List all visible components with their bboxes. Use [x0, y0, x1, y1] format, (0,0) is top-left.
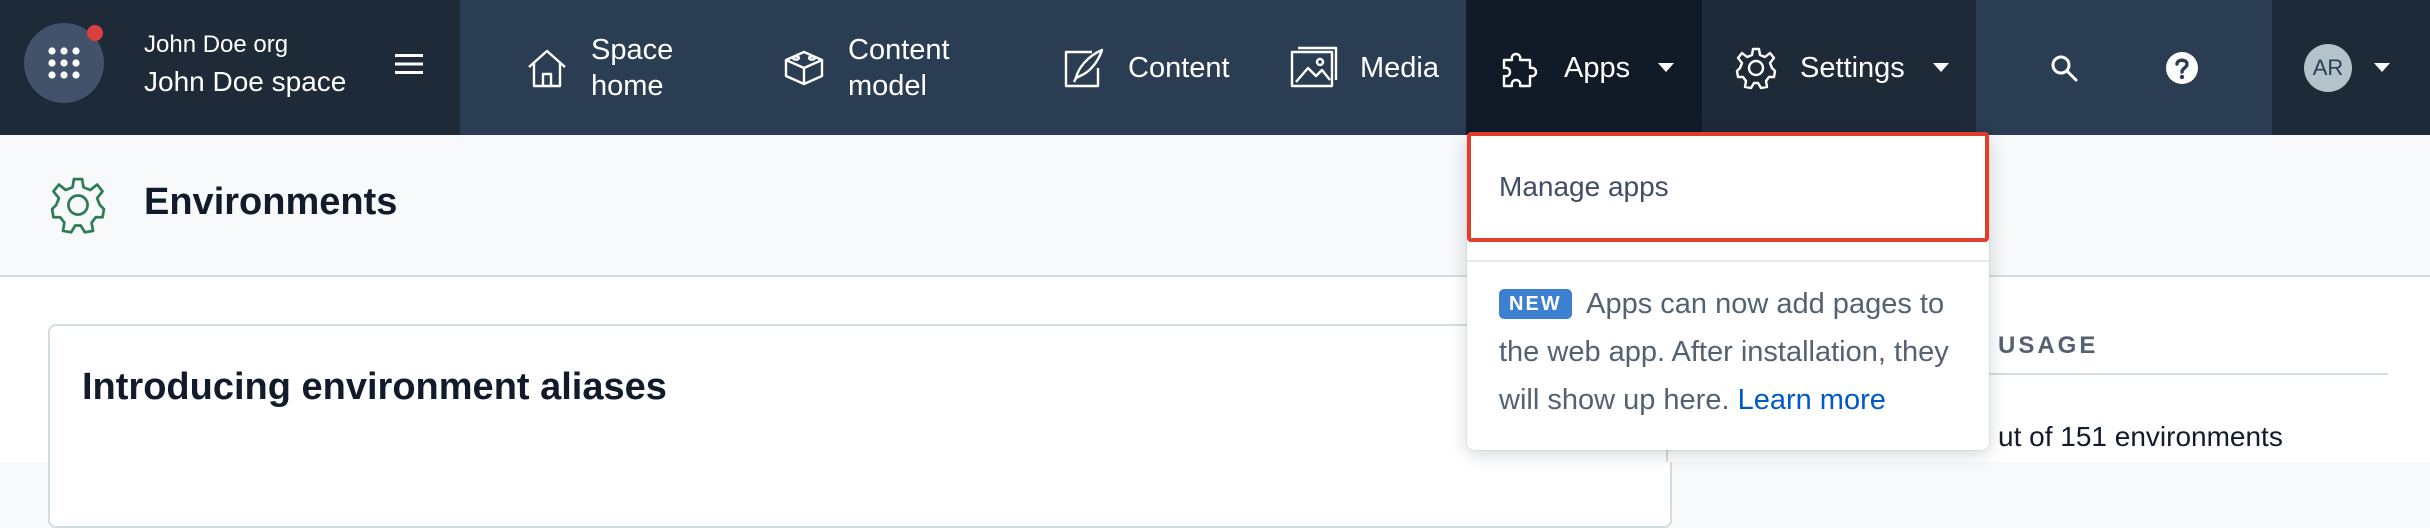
manage-apps-menu-item[interactable]: Manage apps [1467, 132, 1989, 242]
nav-apps[interactable]: Apps [1466, 0, 1702, 135]
chevron-down-icon [2374, 62, 2390, 73]
apps-announcement: NEW Apps can now add pages to the web ap… [1499, 280, 1969, 424]
learn-more-link[interactable]: Learn more [1738, 384, 1886, 416]
apps-dropdown-menu: Manage apps NEW Apps can now add pages t… [1467, 132, 1989, 450]
divider [1467, 260, 1989, 262]
usage-text: ut of 151 environments [1998, 421, 2283, 452]
nav-settings[interactable]: Settings [1702, 0, 1976, 135]
nav-label-apps: Apps [1564, 51, 1631, 84]
main-content: Introducing environment aliases USAGE ut… [0, 277, 2430, 528]
space-names[interactable]: John Doe org John Doe space [144, 28, 346, 102]
page-header: Environments [0, 135, 2430, 277]
chevron-down-icon [1932, 62, 1949, 73]
home-icon [525, 46, 569, 90]
new-badge: NEW [1499, 289, 1572, 319]
avatar: AR [2304, 43, 2352, 92]
page-title: Environments [144, 181, 398, 223]
content-icon [1062, 46, 1106, 90]
card-title: Introducing environment aliases [82, 366, 667, 408]
environments-gear-icon [48, 175, 108, 235]
search-icon [2050, 54, 2078, 82]
aliases-intro-card: Introducing environment aliases [48, 324, 1672, 528]
help-icon [2165, 51, 2199, 85]
nav-label-space-home: Space home [591, 33, 674, 102]
org-name: John Doe org [144, 31, 289, 58]
account-menu[interactable]: AR [2272, 0, 2430, 135]
grid-icon [48, 47, 80, 79]
nav-label-settings: Settings [1800, 51, 1905, 84]
nav-label-content: Content [1128, 51, 1230, 84]
chevron-down-icon [1658, 62, 1675, 73]
notification-dot [87, 25, 103, 41]
nav-space-home[interactable]: Space home [525, 0, 673, 135]
nav-label-content-model: Content model [848, 33, 950, 102]
usage-heading: USAGE [1998, 332, 2099, 359]
space-name: John Doe space [144, 66, 347, 97]
space-switcher[interactable]: John Doe org John Doe space [0, 0, 460, 135]
content-model-icon [782, 46, 826, 90]
nav-content-model[interactable]: Content model [782, 0, 950, 135]
puzzle-icon [1498, 46, 1542, 90]
hamburger-menu-button[interactable] [395, 52, 423, 76]
gear-icon [1734, 46, 1778, 90]
nav-media[interactable]: Media [1290, 0, 1439, 135]
nav-label-media: Media [1360, 51, 1439, 84]
nav-content[interactable]: Content [1062, 0, 1230, 135]
help-button[interactable] [2165, 0, 2199, 135]
media-icon [1290, 46, 1338, 90]
hamburger-icon [395, 54, 423, 74]
search-button[interactable] [2050, 0, 2078, 135]
